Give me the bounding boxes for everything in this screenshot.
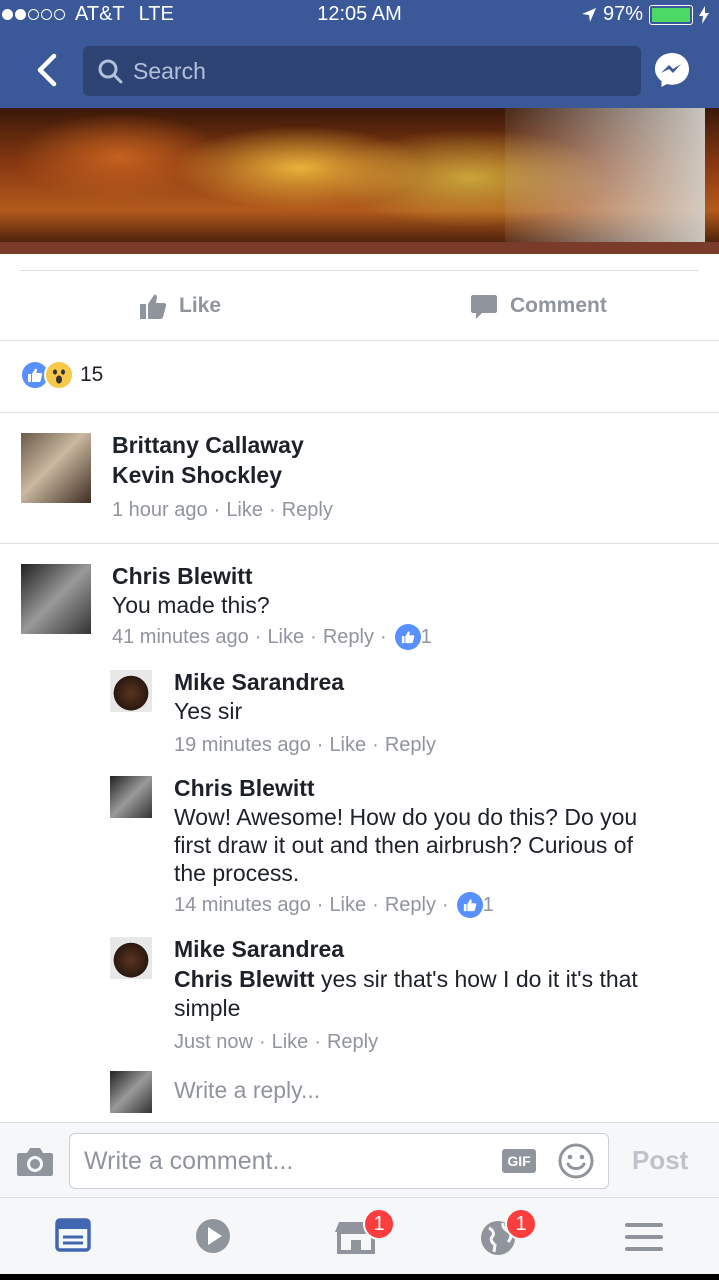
divider <box>20 270 699 271</box>
reply-reply-link[interactable]: Reply <box>385 891 436 919</box>
tab-marketplace[interactable]: 1 <box>333 1208 395 1262</box>
wow-reaction-icon <box>44 360 74 390</box>
reply-author[interactable]: Mike Sarandrea <box>174 667 436 697</box>
news-feed-icon[interactable] <box>51 1212 101 1262</box>
write-reply-input[interactable]: Write a reply... <box>174 1077 320 1104</box>
back-arrow-icon[interactable] <box>28 50 68 90</box>
comment-like-link[interactable]: Like <box>267 623 304 651</box>
reply: Mike Sarandrea Yes sir 19 minutes ago · … <box>174 667 436 759</box>
divider <box>0 543 719 544</box>
like-count-icon[interactable] <box>456 892 483 918</box>
comment-button[interactable]: Comment <box>470 272 607 340</box>
comment-reply-link[interactable]: Reply <box>323 623 374 651</box>
reply-text-line: simple <box>174 995 241 1021</box>
sticker-smiley-icon[interactable] <box>557 1142 595 1180</box>
comment-author[interactable]: Chris Blewitt <box>112 561 432 591</box>
reply-time[interactable]: Just now <box>174 1028 253 1056</box>
avatar[interactable] <box>110 670 152 712</box>
reply-author[interactable]: Mike Sarandrea <box>174 934 638 964</box>
comment-bubble-icon <box>471 295 497 319</box>
video-play-icon[interactable] <box>190 1212 240 1262</box>
comment-meta: 1 hour ago · Like · Reply <box>112 496 333 524</box>
tab-bar: 1 1 <box>0 1198 719 1274</box>
screen-edge <box>0 1274 719 1280</box>
avatar[interactable] <box>21 433 91 503</box>
comment-reply-link[interactable]: Reply <box>282 496 333 524</box>
battery-icon <box>649 4 693 25</box>
reply-like-link[interactable]: Like <box>329 891 366 919</box>
search-bar[interactable]: Search <box>83 46 641 96</box>
reply-reply-link[interactable]: Reply <box>327 1028 378 1056</box>
like-count[interactable]: 1 <box>421 623 432 651</box>
comment-meta: 41 minutes ago · Like · Reply · 1 <box>112 623 432 651</box>
charging-bolt-icon <box>699 5 709 24</box>
reply-like-link[interactable]: Like <box>329 731 366 759</box>
reply-meta: 14 minutes ago · Like · Reply · 1 <box>174 891 637 919</box>
reply-time[interactable]: 19 minutes ago <box>174 731 311 759</box>
top-bar: AT&T LTE 12:05 AM 97% Search <box>0 0 719 108</box>
reply: Chris Blewitt Wow! Awesome! How do you d… <box>174 773 637 919</box>
marketplace-badge: 1 <box>363 1208 395 1240</box>
avatar[interactable] <box>110 937 152 979</box>
comment: Brittany Callaway Kevin Shockley 1 hour … <box>112 430 333 524</box>
comment-text: You made this? <box>112 592 270 618</box>
like-label: Like <box>179 294 222 317</box>
camera-icon[interactable] <box>16 1145 54 1177</box>
reply-reply-link[interactable]: Reply <box>385 731 436 759</box>
mention-tag[interactable]: Chris Blewitt <box>174 966 315 992</box>
comment-author[interactable]: Brittany Callaway <box>112 430 333 460</box>
battery-area: 97% <box>581 3 709 26</box>
reply-text-line: first draw it out and then airbrush? Cur… <box>174 832 633 858</box>
reply-like-link[interactable]: Like <box>272 1028 309 1056</box>
gif-button[interactable]: GIF <box>502 1149 536 1173</box>
avatar[interactable] <box>21 564 91 634</box>
notifications-badge: 1 <box>505 1208 537 1240</box>
post-button[interactable]: Post <box>632 1145 688 1176</box>
battery-percent: 97% <box>602 3 643 25</box>
comment: Chris Blewitt You made this? 41 minutes … <box>112 561 432 651</box>
comment-time[interactable]: 1 hour ago <box>112 496 208 524</box>
comment-time[interactable]: 41 minutes ago <box>112 623 249 651</box>
like-count[interactable]: 1 <box>483 891 494 919</box>
messenger-icon[interactable] <box>652 50 692 90</box>
comment-composer: Write a comment... GIF Post <box>0 1122 719 1198</box>
search-icon <box>98 59 123 84</box>
like-count-icon[interactable] <box>394 624 421 650</box>
location-arrow-icon <box>581 7 596 22</box>
reply-author[interactable]: Chris Blewitt <box>174 773 637 803</box>
comment-label: Comment <box>510 294 607 317</box>
reply-meta: Just now · Like · Reply <box>174 1028 638 1056</box>
like-button[interactable]: Like <box>139 272 221 340</box>
comment-text[interactable]: Kevin Shockley <box>112 460 333 490</box>
reactions-summary[interactable]: 15 <box>20 360 103 390</box>
reply-text-line: Wow! Awesome! How do you do this? Do you <box>174 804 638 830</box>
reply: Mike Sarandrea Chris Blewitt yes sir tha… <box>174 934 638 1056</box>
reaction-count: 15 <box>80 363 104 386</box>
status-bar: AT&T LTE 12:05 AM 97% <box>0 0 719 30</box>
comment-input[interactable]: Write a comment... GIF <box>69 1133 609 1189</box>
divider <box>0 412 719 413</box>
menu-hamburger-icon[interactable] <box>620 1212 670 1262</box>
tab-notifications[interactable]: 1 <box>475 1208 537 1262</box>
post-photo[interactable] <box>0 108 719 254</box>
comment-like-link[interactable]: Like <box>226 496 263 524</box>
reply-text: Yes sir <box>174 698 243 724</box>
divider <box>0 340 719 341</box>
search-placeholder: Search <box>133 57 206 84</box>
thumbs-up-icon <box>140 294 167 319</box>
reply-text-line: the process. <box>174 860 300 886</box>
reply-time[interactable]: 14 minutes ago <box>174 891 311 919</box>
reply-text-line: Chris Blewitt yes sir that's how I do it… <box>174 964 638 994</box>
post-actions: Like Comment <box>0 272 719 340</box>
comment-input-placeholder: Write a comment... <box>84 1146 294 1175</box>
reply-text: yes sir that's how I do it it's that <box>314 966 638 992</box>
avatar <box>110 1071 152 1113</box>
reply-meta: 19 minutes ago · Like · Reply <box>174 731 436 759</box>
avatar[interactable] <box>110 776 152 818</box>
navigation-bar: Search <box>0 44 719 96</box>
